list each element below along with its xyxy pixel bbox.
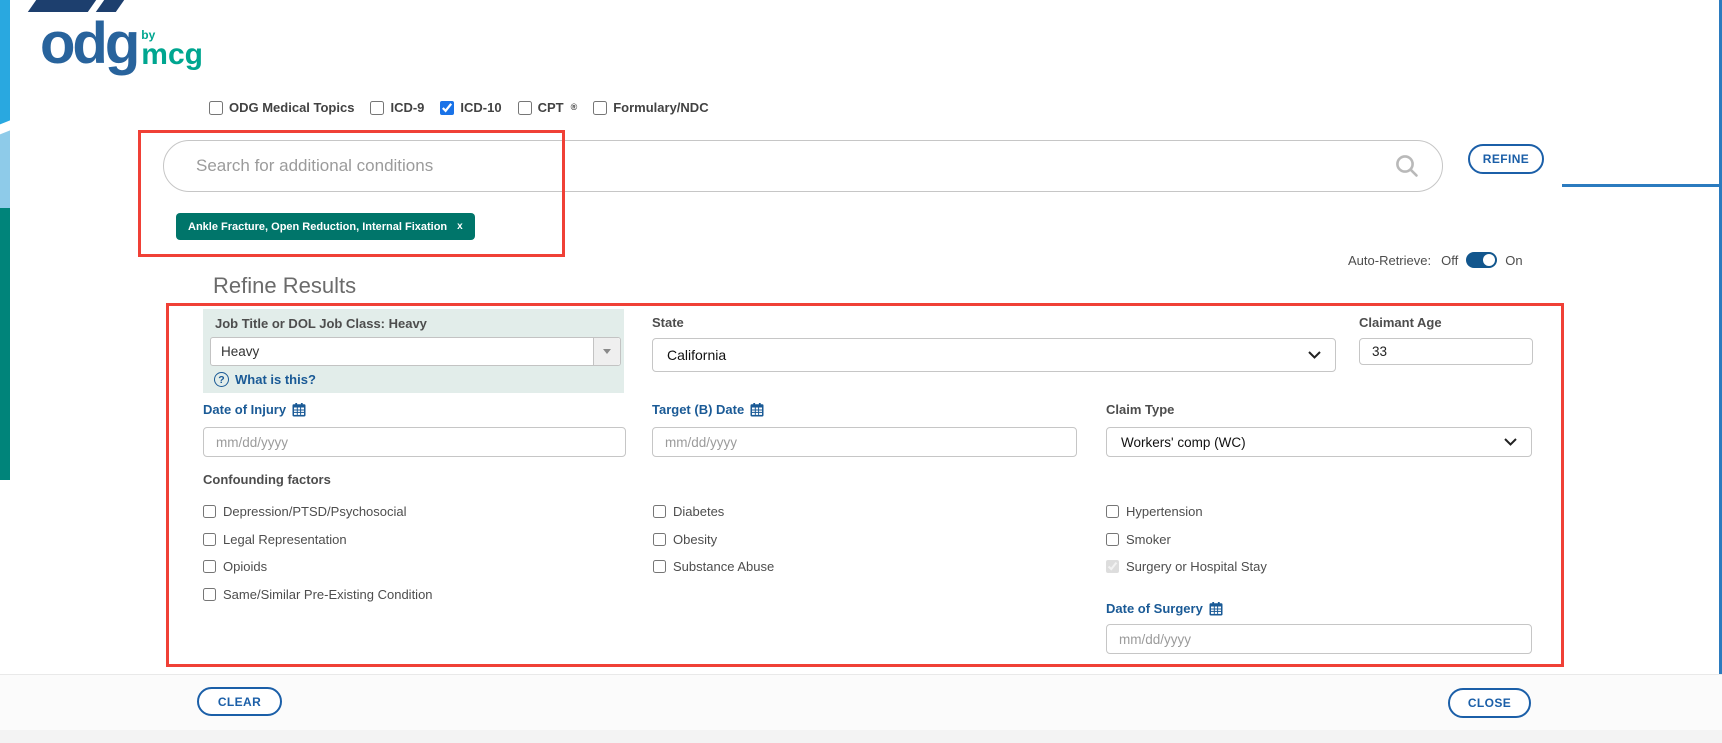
checkbox-obesity[interactable]: Obesity [653, 532, 717, 547]
left-accent-bar-teal [0, 208, 10, 480]
filter-cpt[interactable]: CPT ® [518, 100, 578, 115]
calendar-icon[interactable] [1209, 602, 1223, 616]
auto-retrieve-toggle[interactable] [1466, 252, 1497, 268]
calendar-icon[interactable] [292, 403, 306, 417]
job-class-combobox [210, 337, 621, 366]
obesity-checkbox[interactable] [653, 533, 666, 546]
refine-results-title: Refine Results [213, 273, 356, 299]
icd9-checkbox[interactable] [370, 101, 384, 115]
claim-type-value: Workers' comp (WC) [1121, 435, 1246, 450]
claim-type-select[interactable]: Workers' comp (WC) [1106, 427, 1532, 457]
same-similar-checkbox[interactable] [203, 588, 216, 601]
state-value: California [667, 347, 726, 363]
formulary-ndc-checkbox[interactable] [593, 101, 607, 115]
footer-band-dark [0, 730, 1722, 743]
registered-mark: ® [571, 102, 578, 112]
filter-label: ICD-9 [390, 100, 424, 115]
date-of-surgery-label: Date of Surgery [1106, 601, 1223, 616]
job-class-input[interactable] [211, 338, 593, 365]
confounding-factors-label: Confounding factors [203, 472, 331, 487]
chevron-down-icon [603, 349, 611, 354]
odg-medical-topics-checkbox[interactable] [209, 101, 223, 115]
refine-button[interactable]: REFINE [1468, 144, 1544, 174]
depression-checkbox[interactable] [203, 505, 216, 518]
chevron-down-icon [1308, 351, 1321, 359]
claimant-age-input[interactable] [1359, 338, 1533, 365]
checkbox-opioids[interactable]: Opioids [203, 559, 267, 574]
claim-type-label: Claim Type [1106, 402, 1174, 417]
state-select[interactable]: California [652, 338, 1336, 372]
surgery-hospital-stay-checkbox [1106, 560, 1119, 573]
auto-retrieve-label: Auto-Retrieve: [1348, 253, 1431, 268]
condition-tag-label: Ankle Fracture, Open Reduction, Internal… [188, 221, 447, 233]
filter-label: ICD-10 [460, 100, 501, 115]
close-button[interactable]: CLOSE [1448, 688, 1531, 718]
target-b-date-label: Target (B) Date [652, 402, 764, 417]
odg-by-mcg-logo: odg by mcg [40, 16, 203, 71]
hypertension-checkbox[interactable] [1106, 505, 1119, 518]
right-horizontal-line [1562, 184, 1722, 187]
job-class-label: Job Title or DOL Job Class: Heavy [215, 316, 427, 331]
question-circle-icon: ? [214, 372, 229, 387]
state-label: State [652, 315, 684, 330]
filter-label: ODG Medical Topics [229, 100, 354, 115]
calendar-icon[interactable] [750, 403, 764, 417]
checkbox-same-similar-preexisting[interactable]: Same/Similar Pre-Existing Condition [203, 587, 433, 602]
target-b-date-input[interactable] [652, 427, 1077, 457]
checkbox-substance-abuse[interactable]: Substance Abuse [653, 559, 774, 574]
left-accent-bar-blue [0, 0, 10, 130]
search-input[interactable] [194, 155, 1394, 177]
date-of-injury-label: Date of Injury [203, 402, 306, 417]
legal-representation-checkbox[interactable] [203, 533, 216, 546]
clear-button[interactable]: CLEAR [197, 687, 282, 716]
job-class-dropdown-button[interactable] [593, 338, 620, 365]
condition-search-bar [163, 140, 1443, 192]
what-is-this-link[interactable]: ? What is this? [214, 372, 316, 387]
smoker-checkbox[interactable] [1106, 533, 1119, 546]
logo-odg-text: odg [40, 16, 137, 71]
logo-mcg-text: mcg [141, 41, 203, 70]
substance-abuse-checkbox[interactable] [653, 560, 666, 573]
diabetes-checkbox[interactable] [653, 505, 666, 518]
checkbox-surgery-or-hospital-stay: Surgery or Hospital Stay [1106, 559, 1267, 574]
opioids-checkbox[interactable] [203, 560, 216, 573]
cpt-checkbox[interactable] [518, 101, 532, 115]
toggle-knob [1483, 254, 1495, 266]
auto-retrieve-control: Auto-Retrieve: Off On [1348, 252, 1523, 268]
odg-refine-page: odg by mcg ODG Medical Topics ICD-9 ICD-… [0, 0, 1722, 743]
date-of-surgery-input[interactable] [1106, 624, 1532, 654]
selected-condition-tag[interactable]: Ankle Fracture, Open Reduction, Internal… [176, 213, 475, 240]
checkbox-hypertension[interactable]: Hypertension [1106, 504, 1203, 519]
filter-label: CPT [538, 100, 564, 115]
icd10-checkbox[interactable] [440, 101, 454, 115]
remove-condition-icon[interactable]: x [457, 221, 463, 232]
filter-odg-medical-topics[interactable]: ODG Medical Topics [209, 100, 354, 115]
filter-icd10[interactable]: ICD-10 [440, 100, 501, 115]
filter-label: Formulary/NDC [613, 100, 708, 115]
checkbox-smoker[interactable]: Smoker [1106, 532, 1171, 547]
doc-type-filter-row: ODG Medical Topics ICD-9 ICD-10 CPT ® For… [209, 100, 709, 115]
auto-retrieve-on-label: On [1505, 253, 1522, 268]
chevron-down-icon [1504, 438, 1517, 446]
checkbox-legal-representation[interactable]: Legal Representation [203, 532, 347, 547]
auto-retrieve-off-label: Off [1441, 253, 1458, 268]
left-accent-bar-light [0, 130, 10, 208]
claimant-age-label: Claimant Age [1359, 315, 1442, 330]
filter-icd9[interactable]: ICD-9 [370, 100, 424, 115]
search-icon[interactable] [1394, 153, 1420, 179]
checkbox-depression[interactable]: Depression/PTSD/Psychosocial [203, 504, 407, 519]
date-of-injury-input[interactable] [203, 427, 626, 457]
filter-formulary-ndc[interactable]: Formulary/NDC [593, 100, 708, 115]
what-is-this-text: What is this? [235, 372, 316, 387]
checkbox-diabetes[interactable]: Diabetes [653, 504, 724, 519]
